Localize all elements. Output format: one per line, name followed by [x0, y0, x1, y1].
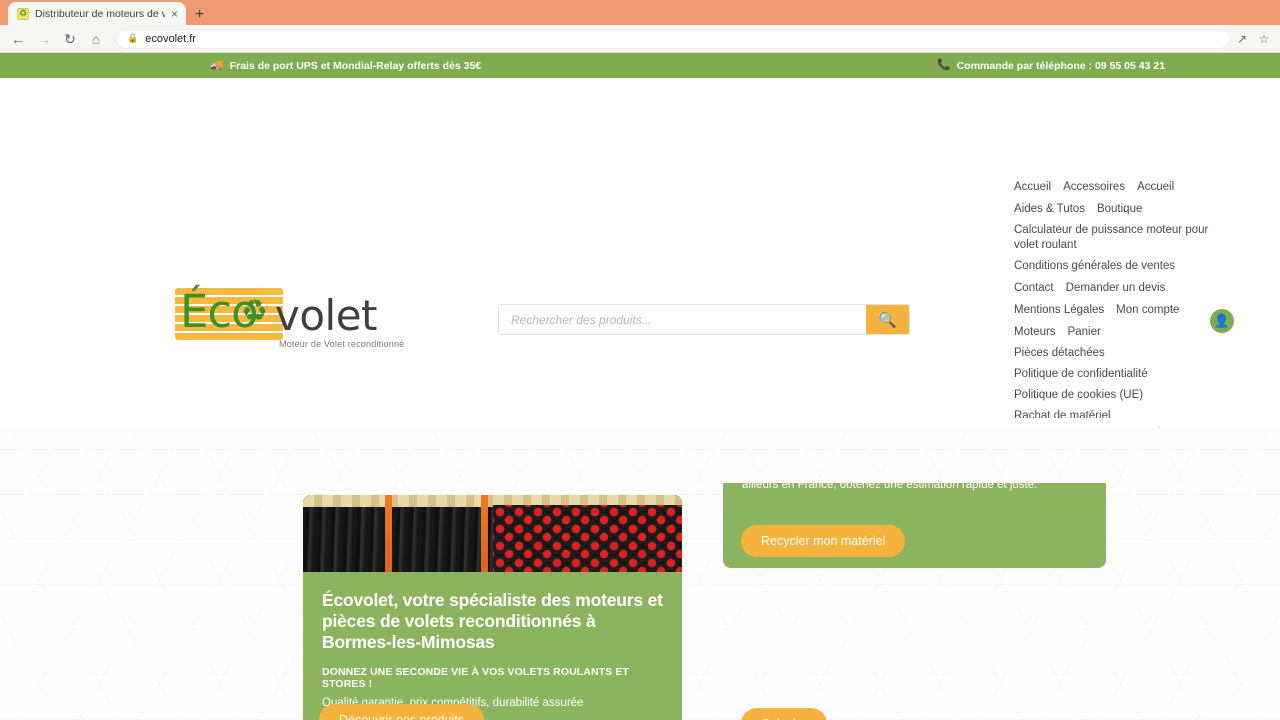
- browser-tab-title: Distributeur de moteurs de volet: [35, 7, 165, 20]
- card-specialiste-title: Écovolet, votre spécialiste des moteurs …: [322, 590, 663, 652]
- search-icon: 🔍: [878, 311, 897, 329]
- secondary-menu-item-15[interactable]: Politique de cookies (UE): [1014, 385, 1210, 406]
- secondary-menu-item-6[interactable]: Conditions générales de ventes: [1014, 256, 1210, 277]
- page-viewport: 🚚 Frais de port UPS et Mondial-Relay off…: [0, 53, 1280, 720]
- search-button[interactable]: 🔍: [866, 305, 909, 334]
- card-specialiste: Écovolet, votre spécialiste des moteurs …: [303, 495, 682, 720]
- new-tab-icon[interactable]: +: [186, 7, 213, 25]
- secondary-menu-item-12[interactable]: Panier: [1068, 321, 1101, 343]
- promo-top-bar: 🚚 Frais de port UPS et Mondial-Relay off…: [0, 53, 1280, 78]
- phone-icon: 📞: [937, 59, 951, 71]
- card-specialiste-body: Écovolet, votre spécialiste des moteurs …: [303, 572, 682, 709]
- forward-icon[interactable]: →: [32, 27, 56, 51]
- truck-icon: 🚚: [210, 59, 224, 71]
- site-header: Éco ♻ volet Moteur de Volet reconditionn…: [0, 78, 1280, 465]
- secondary-menu-item-13[interactable]: Pièces détachées: [1014, 343, 1210, 364]
- secondary-menu-item-10[interactable]: Mon compte: [1116, 299, 1179, 321]
- secondary-menu-item-7[interactable]: Contact: [1014, 277, 1054, 299]
- secondary-menu-item-2[interactable]: Accueil: [1137, 176, 1174, 198]
- calculer-button[interactable]: Calculer: [741, 708, 827, 720]
- secondary-menu-item-0[interactable]: Accueil: [1014, 176, 1051, 198]
- secondary-menu-item-5[interactable]: Calculateur de puissance moteur pour vol…: [1014, 220, 1210, 256]
- promo-shipping-text: Frais de port UPS et Mondial-Relay offer…: [229, 59, 482, 72]
- logo-volet-text: volet: [275, 291, 378, 340]
- secondary-menu-item-3[interactable]: Aides & Tutos: [1014, 198, 1085, 220]
- secondary-menu-item-14[interactable]: Politique de confidentialité: [1014, 364, 1210, 385]
- secondary-menu-item-9[interactable]: Mentions Légales: [1014, 299, 1104, 321]
- browser-toolbar: ← → ↻ ⌂ 🔒 ecovolet.fr ↗ ☆: [0, 25, 1280, 53]
- promo-phone[interactable]: 📞 Commande par téléphone : 09 55 05 43 2…: [937, 60, 1165, 72]
- address-bar-url: ecovolet.fr: [145, 32, 196, 45]
- bookmark-star-icon[interactable]: ☆: [1254, 29, 1274, 49]
- close-icon[interactable]: ×: [171, 8, 178, 20]
- motors-photo: [303, 495, 682, 572]
- share-icon[interactable]: ↗: [1232, 29, 1252, 49]
- promo-shipping: 🚚 Frais de port UPS et Mondial-Relay off…: [210, 60, 481, 72]
- back-icon[interactable]: ←: [6, 27, 30, 51]
- secondary-menu-item-4[interactable]: Boutique: [1097, 198, 1142, 220]
- lock-icon: 🔒: [127, 33, 139, 43]
- secondary-menu-item-1[interactable]: Accessoires: [1063, 176, 1125, 198]
- account-avatar-icon[interactable]: 👤: [1210, 309, 1234, 333]
- home-icon[interactable]: ⌂: [84, 27, 108, 51]
- card-specialiste-subtitle: DONNEZ UNE SECONDE VIE À VOS VOLETS ROUL…: [322, 666, 629, 690]
- site-logo[interactable]: Éco ♻ volet Moteur de Volet reconditionn…: [175, 286, 404, 350]
- browser-tab[interactable]: ♻ Distributeur de moteurs de volet ×: [8, 2, 186, 25]
- browser-chrome: ♻ Distributeur de moteurs de volet × + ←…: [0, 0, 1280, 53]
- recycler-materiel-button[interactable]: Recycler mon matériel: [741, 525, 906, 557]
- secondary-menu: Accueil Accessoires Accueil Aides & Tutos Bo…: [1014, 176, 1210, 448]
- secondary-menu-item-8[interactable]: Demander un devis: [1066, 277, 1166, 299]
- card-rachat-text: ailleurs en France, obtenez une estimati…: [742, 479, 1038, 491]
- promo-phone-text: Commande par téléphone : 09 55 05 43 21: [956, 59, 1166, 72]
- secondary-menu-item-11[interactable]: Moteurs: [1014, 321, 1056, 343]
- main-content: Écovolet, votre spécialiste des moteurs …: [0, 428, 1280, 720]
- reload-icon[interactable]: ↻: [58, 27, 82, 51]
- decouvrir-produits-button[interactable]: Découvrir nos produits: [319, 704, 485, 720]
- recycle-favicon-icon: ♻: [17, 7, 29, 20]
- recycle-icon: ♻: [241, 295, 268, 328]
- logo-tagline: Moteur de Volet reconditionné: [279, 339, 405, 349]
- address-bar[interactable]: 🔒 ecovolet.fr: [116, 28, 1230, 49]
- browser-tabstrip: ♻ Distributeur de moteurs de volet × +: [0, 0, 1280, 25]
- search-input[interactable]: [499, 305, 866, 334]
- search-bar[interactable]: 🔍: [498, 304, 910, 335]
